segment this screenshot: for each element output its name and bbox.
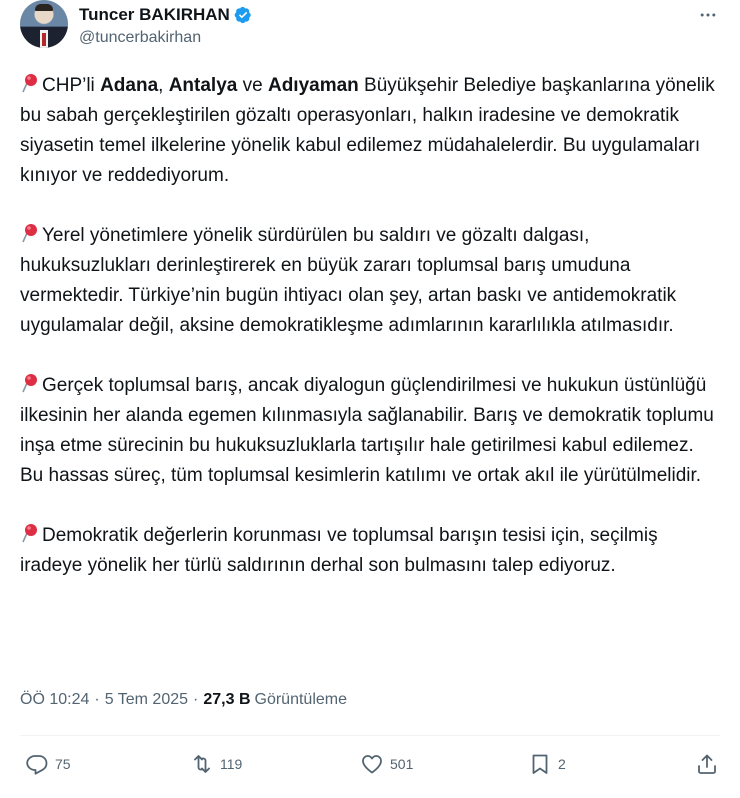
tweet-header: Tuncer BAKIRHAN @tuncerbakirhan	[20, 0, 730, 56]
round-pushpin-icon	[22, 374, 37, 393]
bookmark-icon	[532, 754, 548, 774]
bold-city-adana: Adana	[100, 75, 159, 96]
retweet-count: 119	[220, 756, 243, 772]
bold-city-antalya: Antalya	[168, 75, 238, 96]
tweet-paragraph-4: Demokratik değerlerin korunması ve toplu…	[20, 524, 658, 576]
tweet-paragraph-2: Yerel yönetimlere yönelik sürdürülen bu …	[20, 224, 677, 336]
tweet-meta: ÖÖ 10:24 · 5 Tem 2025 · 27,3 B Görüntüle…	[20, 691, 347, 709]
round-pushpin-icon	[22, 74, 37, 93]
tweet-action-bar: 75 119 501 2	[20, 752, 720, 784]
share-icon	[698, 754, 716, 774]
verified-badge-icon	[234, 6, 251, 24]
tweet-text: CHP’li Adana, Antalya ve Adıyaman Büyükş…	[20, 71, 720, 581]
share-button[interactable]	[695, 752, 719, 776]
tweet-paragraph-1: CHP’li Adana, Antalya ve Adıyaman Büyükş…	[20, 74, 715, 186]
reply-button[interactable]: 75	[25, 752, 71, 776]
like-count: 501	[390, 756, 414, 772]
meta-separator: ·	[193, 691, 199, 708]
author-handle[interactable]: @tuncerbakirhan	[79, 29, 201, 47]
bookmark-button[interactable]: 2	[528, 752, 566, 776]
tweet-paragraph-3: Gerçek toplumsal barış, ancak diyalogun …	[20, 374, 714, 486]
bold-city-adiyaman: Adıyaman	[267, 75, 359, 96]
round-pushpin-icon	[22, 524, 37, 543]
heart-icon	[362, 755, 382, 774]
retweet-icon	[194, 755, 210, 773]
reply-icon	[26, 755, 48, 775]
round-pushpin-icon	[22, 224, 37, 243]
divider	[20, 735, 720, 736]
retweet-button[interactable]: 119	[190, 752, 242, 776]
like-button[interactable]: 501	[360, 752, 413, 776]
more-options-icon[interactable]	[696, 3, 720, 27]
author-display-name[interactable]: Tuncer BAKIRHAN	[79, 5, 230, 25]
tweet-date[interactable]: 5 Tem 2025	[105, 691, 188, 709]
tweet-time[interactable]: ÖÖ 10:24	[20, 691, 89, 709]
author-name-row[interactable]: Tuncer BAKIRHAN	[79, 5, 252, 25]
meta-separator: ·	[94, 691, 100, 708]
avatar[interactable]	[20, 0, 68, 48]
bookmark-count: 2	[558, 756, 566, 772]
views-label: Görüntüleme	[254, 691, 348, 708]
views-count[interactable]: 27,3 B	[203, 691, 250, 709]
reply-count: 75	[55, 756, 71, 772]
